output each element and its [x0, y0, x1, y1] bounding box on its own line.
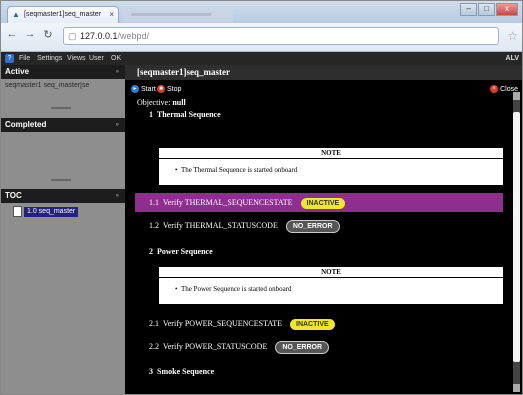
note-text: • The Thermal Sequence is started onboar…: [175, 166, 298, 174]
menu-file[interactable]: File: [19, 52, 30, 65]
url-host: 127.0.0.1: [80, 31, 118, 41]
step-row[interactable]: 1.2 Verify THERMAL_STATUSCODE NO_ERROR: [135, 216, 503, 235]
menubar: ? File Settings Views User OK ALV: [1, 52, 522, 65]
forward-icon[interactable]: →: [23, 28, 37, 40]
document-icon: [13, 206, 22, 217]
active-panel-header[interactable]: Active »: [1, 65, 125, 79]
stop-label: Stop: [167, 85, 182, 93]
collapse-icon[interactable]: »: [116, 189, 119, 203]
background-tab[interactable]: [123, 8, 233, 22]
step-text: Verify POWER_SEQUENCESTATE: [162, 319, 282, 328]
section-heading: 1 Thermal Sequence: [149, 110, 221, 119]
browser-tab[interactable]: ▲ [seqmaster1]seq_master ×: [7, 6, 119, 23]
section-number: 1: [149, 110, 153, 119]
play-icon: ▸: [131, 85, 139, 93]
menu-views[interactable]: Views: [67, 52, 86, 65]
section-title: Thermal Sequence: [156, 110, 221, 119]
step-number: 1.1: [149, 198, 159, 207]
scroll-up-icon[interactable]: [513, 92, 520, 100]
tab-title: [seqmaster1]seq_master: [24, 11, 102, 18]
objective: Objective: null: [137, 98, 186, 107]
scroll-down-icon[interactable]: [513, 384, 520, 392]
toc-panel: 1.0 seq_master: [1, 203, 125, 394]
panel-splitter[interactable]: [51, 179, 71, 181]
note-box: NOTE • The Power Sequence is started onb…: [159, 267, 503, 304]
browser-window: ▲ [seqmaster1]seq_master × – □ x ← → ↻ ▢…: [0, 0, 523, 395]
start-label: Start: [141, 85, 156, 93]
active-panel: seqmaster1 seq_master[se: [1, 79, 125, 115]
note-body: The Power Sequence is started onboard: [180, 285, 292, 293]
menu-right-label: ALV: [505, 55, 519, 62]
section-title: Smoke Sequence: [157, 367, 215, 376]
toc-item[interactable]: 1.0 seq_master: [13, 206, 79, 217]
browser-toolbar: ← → ↻ ▢ 127.0.0.1/webpd/ ☆: [1, 23, 522, 52]
note-body: The Thermal Sequence is started onboard: [180, 166, 298, 174]
completed-panel: [1, 132, 125, 187]
window-controls: – □ x: [460, 3, 518, 16]
scroll-thumb[interactable]: [513, 112, 520, 362]
section-title: Power Sequence: [157, 247, 213, 256]
step-row[interactable]: 2.1 Verify POWER_SEQUENCESTATE INACTIVE: [135, 314, 503, 333]
section-heading: 2 Power Sequence: [149, 247, 213, 256]
collapse-icon[interactable]: »: [116, 65, 119, 79]
collapse-icon[interactable]: »: [116, 118, 119, 132]
back-icon[interactable]: ←: [5, 28, 19, 40]
toc-item-label: 1.0 seq_master: [24, 206, 79, 217]
reload-icon[interactable]: ↻: [41, 28, 55, 41]
stop-icon: ■: [157, 85, 165, 93]
toc-panel-title: TOC: [5, 191, 22, 200]
active-sequence-item[interactable]: seqmaster1 seq_master[se: [5, 82, 121, 89]
status-badge: NO_ERROR: [285, 219, 340, 233]
panel-splitter[interactable]: [51, 107, 71, 109]
maximize-button[interactable]: □: [478, 3, 495, 16]
tab-strip: ▲ [seqmaster1]seq_master × – □ x: [1, 1, 522, 23]
completed-panel-header[interactable]: Completed »: [1, 118, 125, 132]
note-header: NOTE: [159, 148, 503, 159]
objective-value: null: [172, 98, 186, 107]
start-button[interactable]: ▸ Start: [131, 85, 156, 93]
note-text: • The Power Sequence is started onboard: [175, 285, 292, 293]
webpd-app: ? File Settings Views User OK ALV Active…: [1, 52, 522, 394]
step-row[interactable]: 1.1 Verify THERMAL_SEQUENCESTATE INACTIV…: [135, 193, 503, 212]
section-heading: 3 Smoke Sequence: [149, 367, 214, 376]
step-number: 1.2: [149, 221, 159, 230]
bookmark-star-icon[interactable]: ☆: [507, 29, 518, 43]
menu-settings[interactable]: Settings: [37, 52, 62, 65]
status-badge: NO_ERROR: [275, 340, 330, 354]
procedure-title: [seqmaster1]seq_master: [125, 65, 522, 80]
note-header: NOTE: [159, 267, 503, 278]
step-text: Verify THERMAL_SEQUENCESTATE: [162, 198, 293, 207]
app-favicon-icon: ▲: [12, 10, 20, 19]
section-number: 3: [149, 367, 153, 376]
completed-panel-title: Completed: [5, 120, 47, 129]
url-path: /webpd/: [117, 31, 150, 41]
step-number: 2.2: [149, 342, 159, 351]
status-badge: INACTIVE: [290, 318, 335, 330]
toc-panel-header[interactable]: TOC »: [1, 189, 125, 203]
step-text: Verify POWER_STATUSCODE: [162, 342, 268, 351]
app-logo-icon: ?: [5, 54, 14, 63]
section-number: 2: [149, 247, 153, 256]
procedure-view: [seqmaster1]seq_master ▸ Start ■ Stop × Clo…: [125, 65, 522, 394]
step-text: Verify THERMAL_STATUSCODE: [162, 221, 278, 230]
close-window-button[interactable]: x: [496, 3, 518, 16]
step-row[interactable]: 2.2 Verify POWER_STATUSCODE NO_ERROR: [135, 337, 503, 356]
step-number: 2.1: [149, 319, 159, 328]
close-icon: ×: [490, 85, 499, 93]
minimize-button[interactable]: –: [460, 3, 477, 16]
sidebar: Active » seqmaster1 seq_master[se Comple…: [1, 65, 125, 394]
tab-close-icon[interactable]: ×: [109, 7, 114, 22]
status-badge: INACTIVE: [300, 197, 346, 209]
vertical-scrollbar[interactable]: [513, 92, 520, 392]
menu-ok[interactable]: OK: [111, 52, 121, 65]
page-icon: ▢: [68, 31, 77, 41]
menu-user[interactable]: User: [89, 52, 104, 65]
address-bar[interactable]: ▢ 127.0.0.1/webpd/: [63, 27, 499, 45]
objective-label: Objective:: [137, 98, 171, 107]
note-box: NOTE • The Thermal Sequence is started o…: [159, 148, 503, 185]
stop-button[interactable]: ■ Stop: [157, 85, 181, 93]
active-panel-title: Active: [5, 67, 30, 76]
